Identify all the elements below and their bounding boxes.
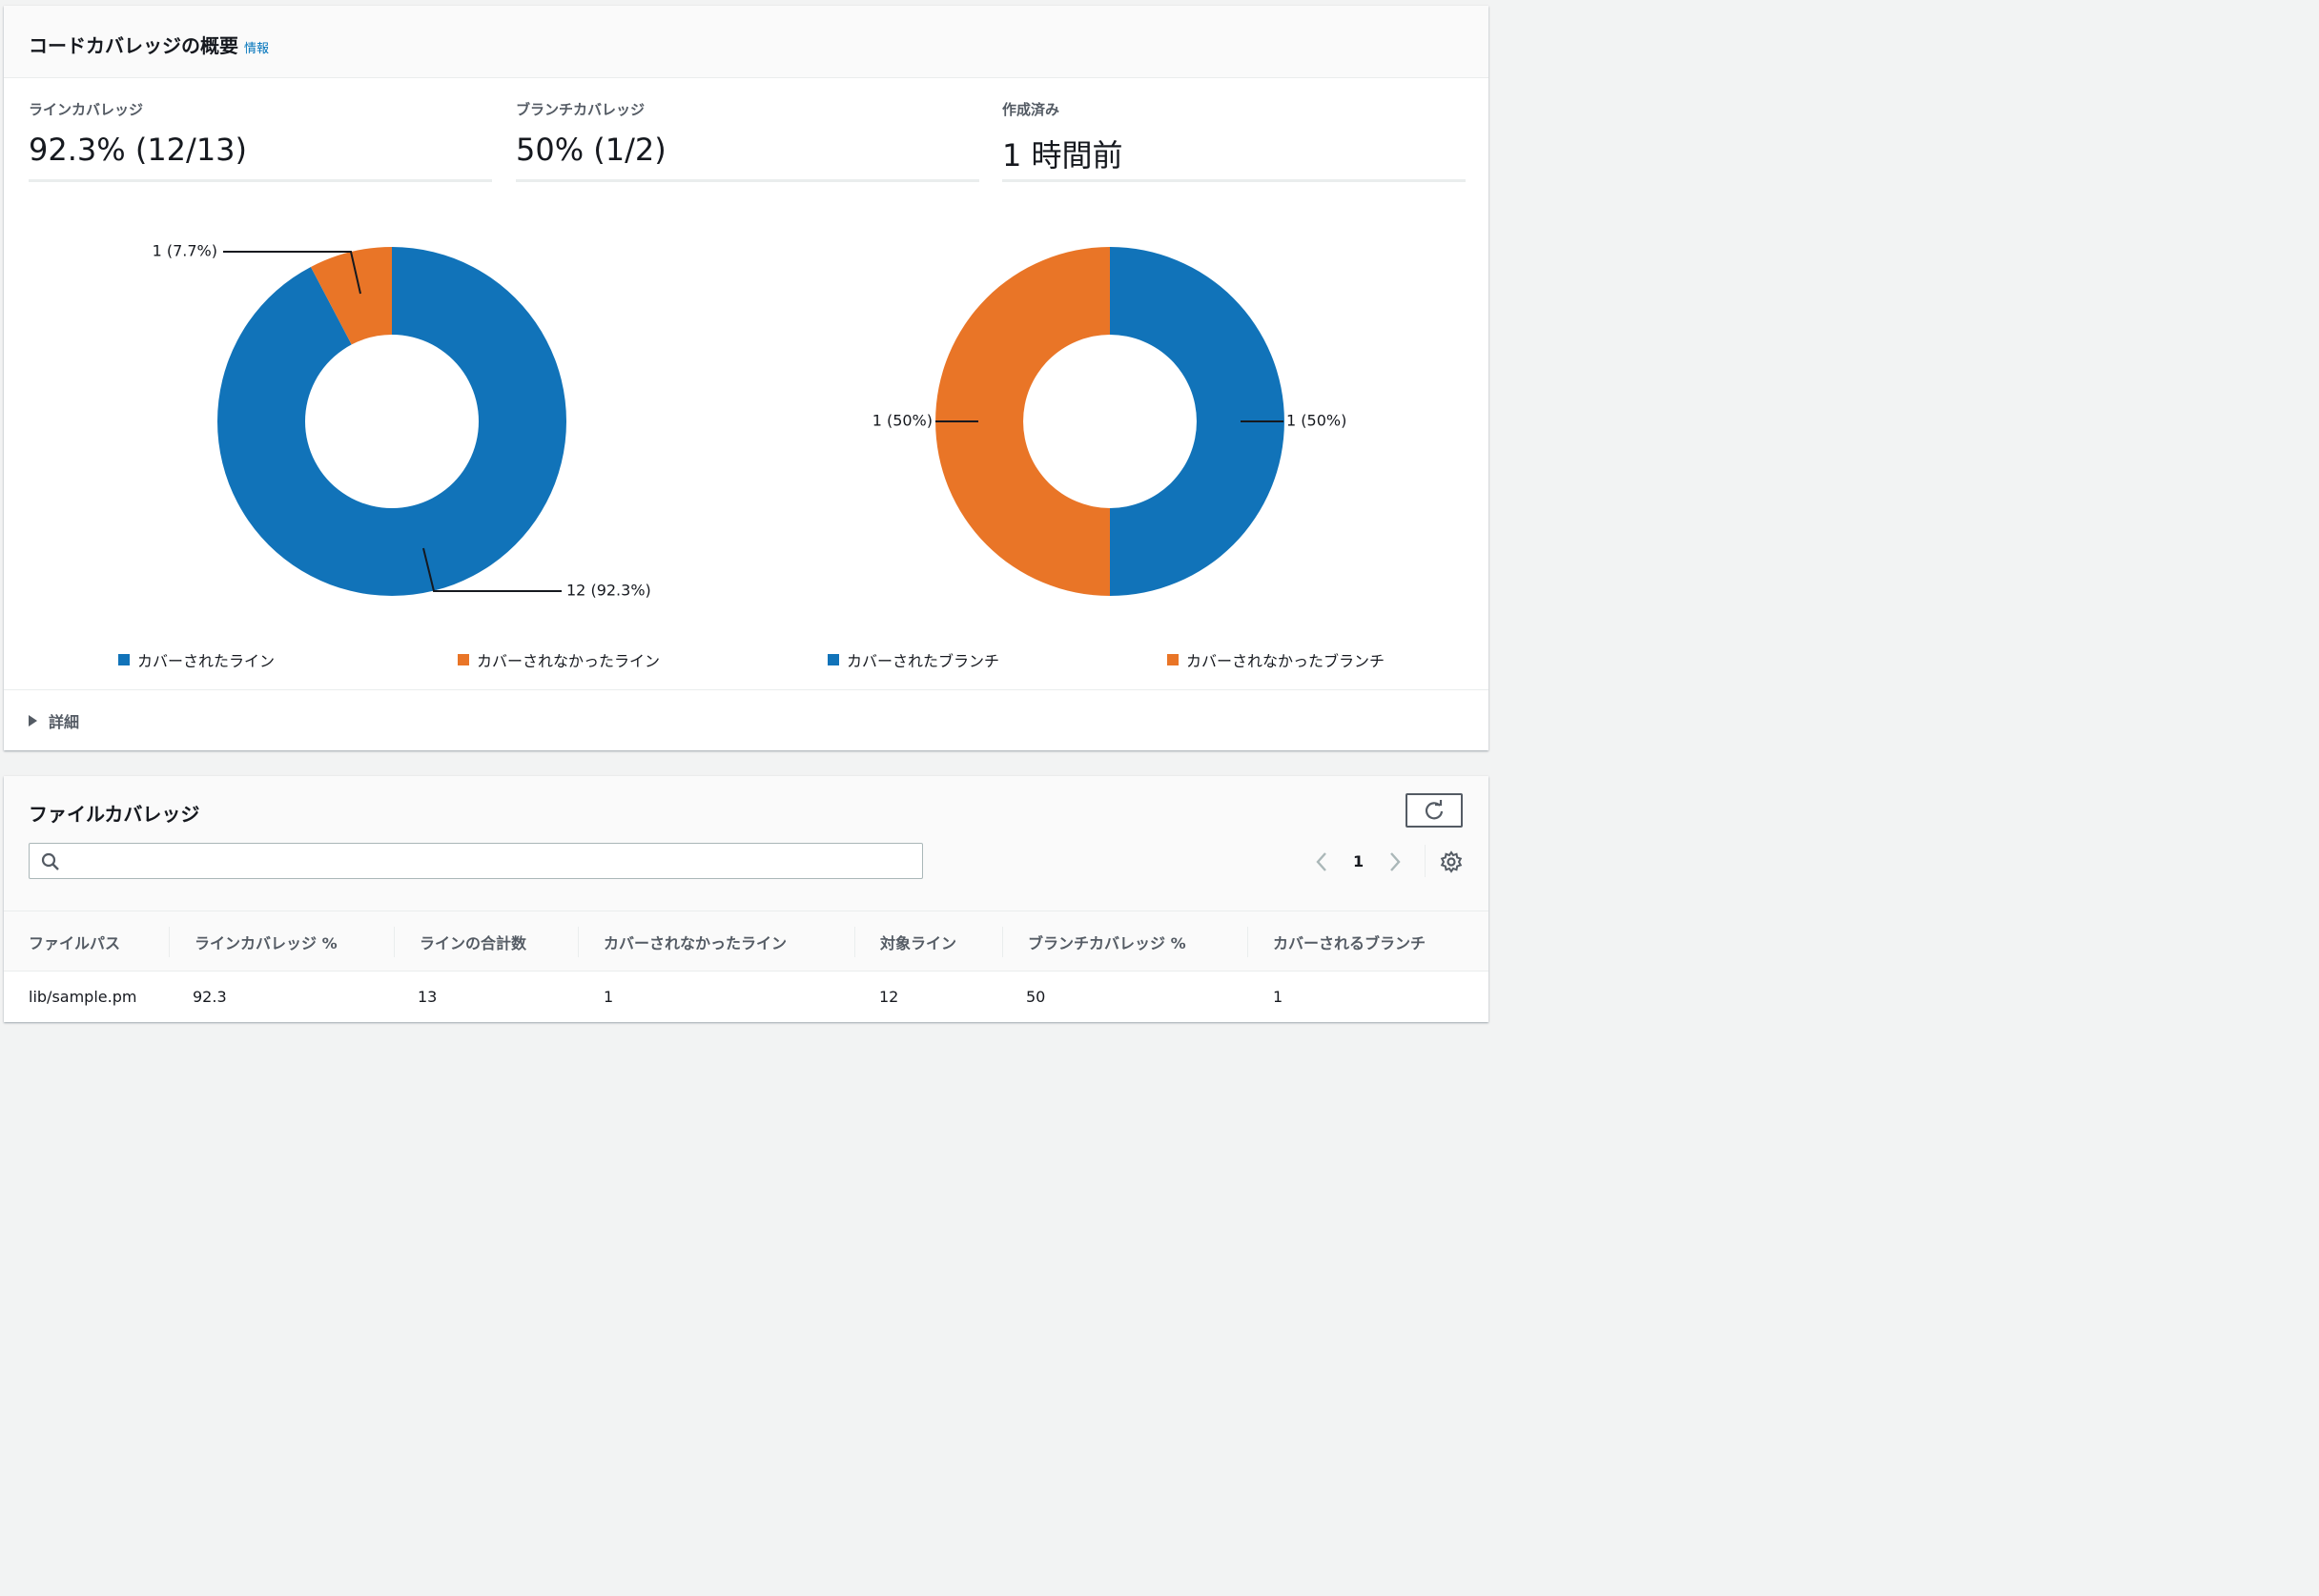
column-divider [1002,927,1003,957]
column-divider [1247,927,1248,957]
column-header-line-coverage[interactable]: ラインカバレッジ % [195,931,338,953]
legend-swatch [458,654,469,665]
divider [4,689,1488,690]
cell-uncovered-lines: 1 [604,988,614,1006]
caret-right-icon [29,715,37,726]
column-header-covered-branches[interactable]: カバーされるブランチ [1273,931,1426,953]
data-label: 1 (7.7%) [153,242,217,260]
details-label: 詳細 [49,713,80,731]
table-header: ファイルパス ラインカバレッジ % ラインの合計数 カバーされなかったライン 対… [4,911,1488,972]
file-coverage-title: ファイルカバレッジ [29,803,200,826]
column-divider [394,927,395,957]
refresh-icon [1425,800,1444,820]
cell-target-lines: 12 [879,988,899,1006]
refresh-button[interactable] [1406,793,1463,828]
legend-item-uncovered-lines: カバーされなかったライン [458,648,660,671]
search-field[interactable] [29,843,923,879]
cell-file-path: lib/sample.pm [29,988,137,1006]
chevron-left-icon[interactable] [1313,850,1330,873]
column-header-target-lines[interactable]: 対象ライン [880,931,956,953]
cell-total-lines: 13 [418,988,438,1006]
line-coverage-donut: 12 (92.3%) 1 (7.7%) [153,242,651,600]
legend-swatch [828,654,839,665]
column-header-branch-coverage[interactable]: ブランチカバレッジ % [1028,931,1186,953]
chevron-right-icon[interactable] [1386,850,1404,873]
data-label: 1 (50%) [872,412,933,430]
details-expander[interactable]: 詳細 [29,709,79,732]
legend-label: カバーされなかったブランチ [1186,652,1385,670]
data-label: 1 (50%) [1286,412,1346,430]
cell-covered-branches: 1 [1273,988,1283,1006]
coverage-summary-panel: コードカバレッジの概要 情報 ラインカバレッジ 92.3% (12/13) ブラン… [4,6,1488,750]
legend-label: カバーされなかったライン [477,652,661,670]
file-coverage-header: ファイルカバレッジ 1 [4,776,1488,911]
gear-icon[interactable] [1440,850,1463,873]
branch-coverage-donut: 1 (50%) 1 (50%) [872,247,1346,596]
donut-charts: 12 (92.3%) 1 (7.7%) 1 (50%) 1 (50%) [153,242,1347,600]
column-header-uncovered-lines[interactable]: カバーされなかったライン [604,931,787,953]
page-number[interactable]: 1 [1353,852,1364,870]
search-input[interactable] [68,848,911,876]
divider [1425,845,1426,877]
legend-label: カバーされたライン [137,652,276,670]
legend-swatch [1167,654,1179,665]
legend-item-uncovered-branches: カバーされなかったブランチ [1167,648,1385,671]
data-label: 12 (92.3%) [566,582,651,600]
legend-item-covered-branches: カバーされたブランチ [828,648,999,671]
column-header-total-lines[interactable]: ラインの合計数 [420,931,526,953]
column-header-file-path[interactable]: ファイルパス [29,931,120,953]
legend-item-covered-lines: カバーされたライン [118,648,275,671]
search-icon [41,852,59,870]
cell-branch-coverage: 50 [1026,988,1046,1006]
column-divider [169,927,170,957]
file-coverage-panel: ファイルカバレッジ 1 ファイルパス ラインカバレッジ % ラインの合計数 カバ… [4,776,1488,1022]
legend-label: カバーされたブランチ [847,652,1000,670]
legend-swatch [118,654,130,665]
column-divider [854,927,855,957]
cell-line-coverage: 92.3 [193,988,227,1006]
column-divider [578,927,579,957]
